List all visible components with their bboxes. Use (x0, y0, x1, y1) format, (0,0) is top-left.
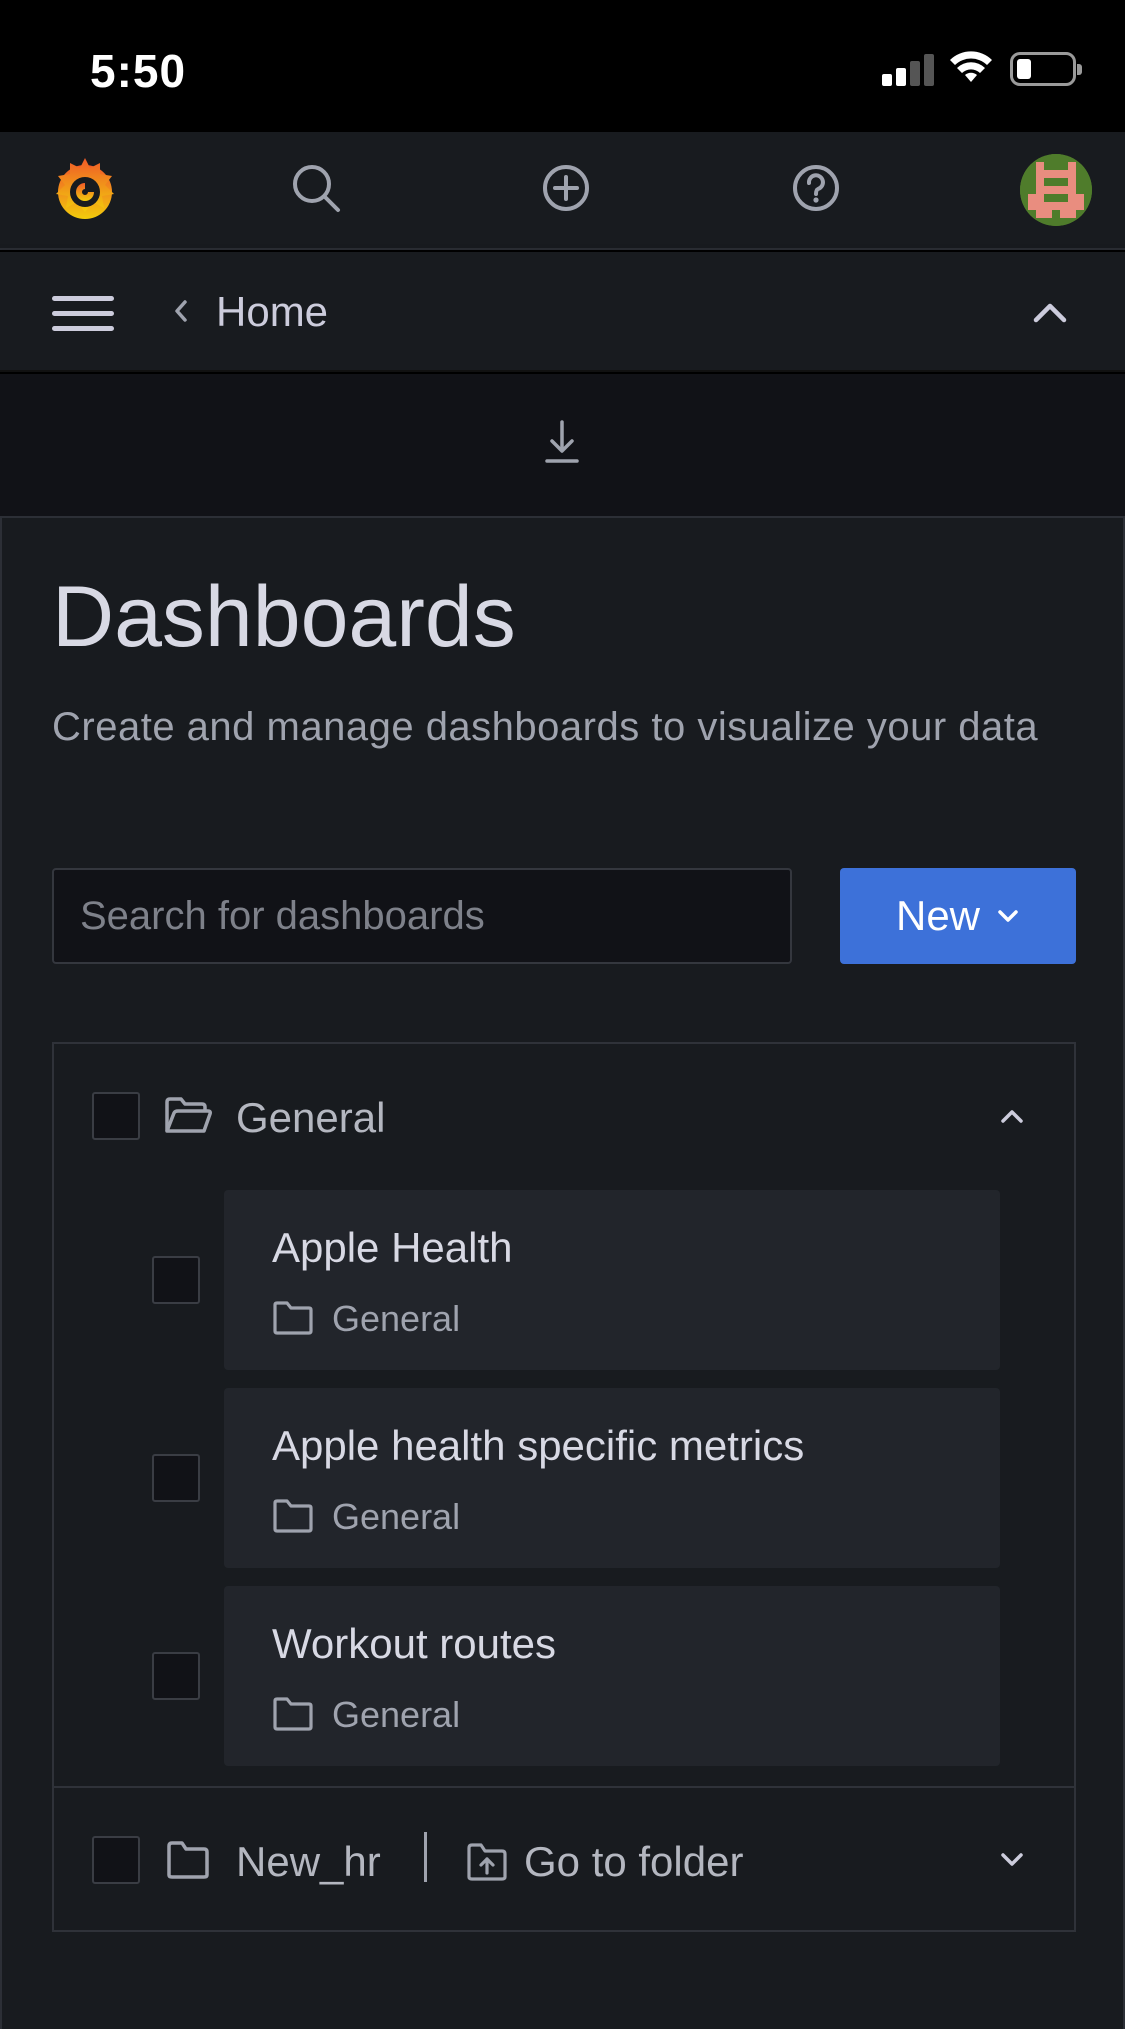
chevron-down-icon (998, 910, 1018, 922)
dashboard-card[interactable]: Apple Health General (224, 1190, 1000, 1370)
go-to-folder-link[interactable]: Go to folder (524, 1838, 743, 1886)
new-button-label: New (895, 892, 981, 939)
battery-icon (1010, 52, 1082, 86)
folder-row-new-hr[interactable]: New_hr Go to folder (54, 1786, 1074, 1932)
dashboard-title[interactable]: Apple health specific metrics (272, 1422, 804, 1470)
menu-icon[interactable] (52, 296, 114, 332)
dashboards-panel: Dashboards Create and manage dashboards … (0, 516, 1125, 2029)
search-box[interactable] (52, 868, 792, 964)
dashboard-checkbox[interactable] (152, 1454, 200, 1502)
folder-upload-icon[interactable] (466, 1842, 508, 1882)
chevron-up-icon[interactable] (998, 1106, 1026, 1126)
help-icon[interactable] (790, 162, 842, 214)
separator (424, 1832, 427, 1882)
folder-name: General (236, 1094, 386, 1141)
chevron-up-icon[interactable] (1030, 296, 1070, 328)
download-icon[interactable] (544, 418, 580, 466)
folder-row-general[interactable]: General (54, 1044, 1074, 1190)
chevron-down-icon[interactable] (998, 1850, 1026, 1870)
folder-icon (273, 1301, 313, 1335)
chevron-left-icon[interactable] (170, 296, 192, 326)
dashboard-folder-label: General (332, 1298, 461, 1339)
cellular-signal-icon (882, 52, 934, 86)
folder-name: New_hr (236, 1838, 381, 1885)
page-title: Dashboards (52, 569, 516, 665)
avatar[interactable] (1020, 154, 1092, 226)
folder-checkbox[interactable] (92, 1836, 140, 1884)
search-icon[interactable] (290, 162, 342, 214)
folder-open-icon (165, 1097, 212, 1133)
dashboard-list: General Apple Health General Apple healt… (52, 1042, 1076, 1932)
folder-icon (273, 1499, 313, 1533)
wifi-icon (950, 51, 992, 82)
folder-icon (167, 1841, 209, 1879)
dashboard-card[interactable]: Apple health specific metrics General (224, 1388, 1000, 1568)
dashboard-folder-label: General (332, 1496, 461, 1537)
dashboard-title[interactable]: Workout routes (272, 1620, 556, 1668)
plus-circle-icon[interactable] (540, 162, 592, 214)
grafana-logo-icon[interactable] (50, 154, 120, 226)
status-bar: 5:50 (0, 0, 1125, 132)
breadcrumb-bar: Home (0, 252, 1125, 372)
folder-icon (273, 1697, 313, 1731)
new-button[interactable]: New (840, 868, 1076, 964)
folder-checkbox[interactable] (92, 1092, 140, 1140)
breadcrumb-home[interactable]: Home (216, 288, 328, 336)
top-nav (0, 132, 1125, 250)
dashboard-folder-label: General (332, 1694, 461, 1735)
dashboard-card[interactable]: Workout routes General (224, 1586, 1000, 1766)
dashboard-checkbox[interactable] (152, 1652, 200, 1700)
page-subtitle: Create and manage dashboards to visualiz… (52, 705, 1039, 749)
status-time: 5:50 (90, 45, 187, 97)
toolbar-strip (0, 374, 1125, 516)
search-input[interactable] (54, 870, 790, 962)
dashboard-title[interactable]: Apple Health (272, 1224, 513, 1272)
dashboard-checkbox[interactable] (152, 1256, 200, 1304)
